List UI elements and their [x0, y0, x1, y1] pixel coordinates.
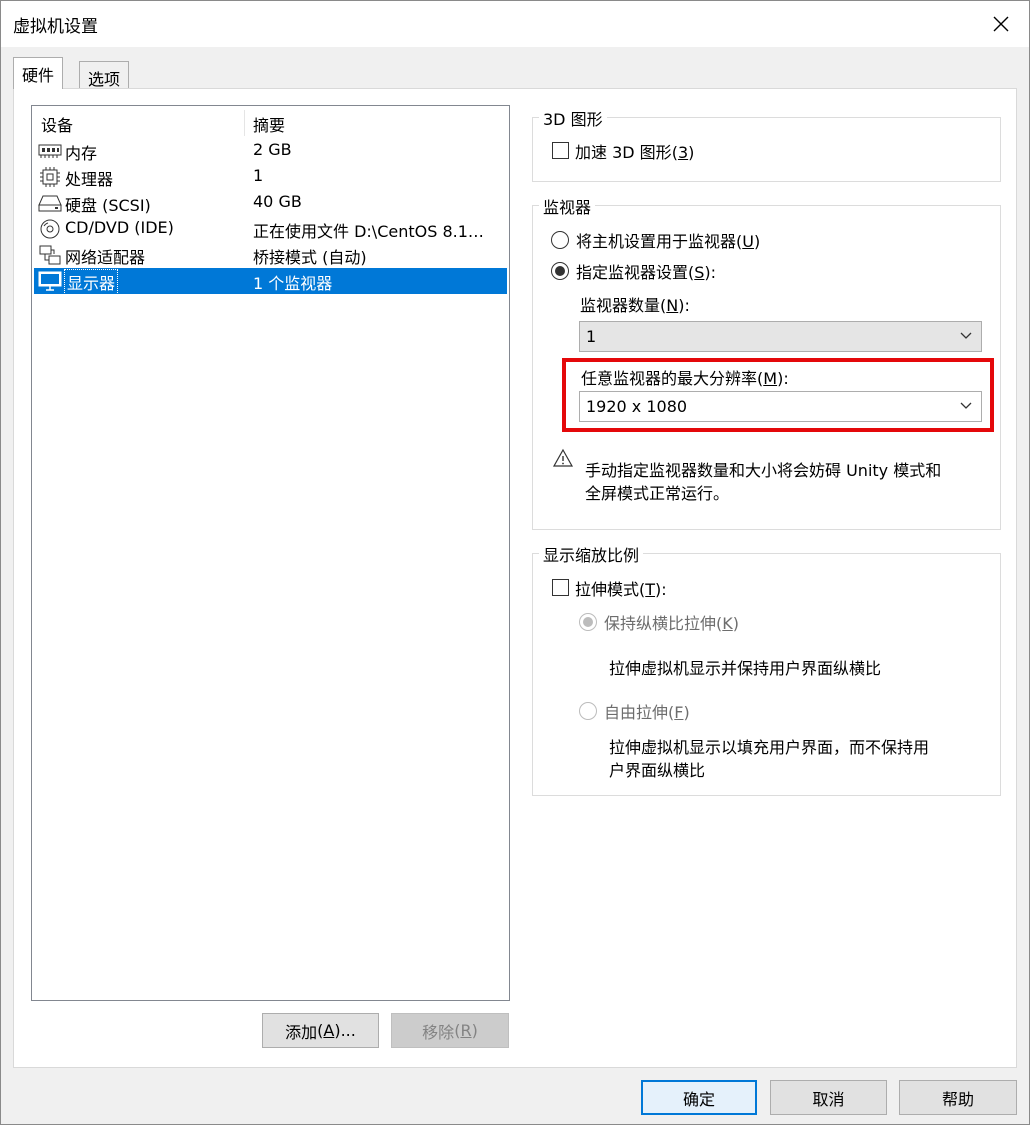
tab-options[interactable]: 选项: [79, 61, 130, 89]
specify-monitor-label: 指定监视器设置(S):: [576, 263, 717, 282]
monitor-count-label: 监视器数量(N):: [580, 296, 690, 315]
cd-dvd-icon: [40, 219, 60, 239]
remove-button-key: R: [460, 1021, 472, 1040]
memory-icon: [38, 144, 62, 158]
display-scaling-group-label: 显示缩放比例: [539, 542, 644, 566]
free-stretch-text: 自由拉伸: [604, 703, 669, 722]
chevron-down-icon: [960, 332, 972, 339]
device-row-hard-disk[interactable]: 硬盘 (SCSI) 40 GB: [32, 190, 509, 216]
device-row-processor[interactable]: 处理器 1: [32, 164, 509, 190]
hard-disk-icon: [38, 195, 62, 212]
cancel-button-label: 取消: [812, 1089, 845, 1109]
count-key: N: [666, 296, 679, 315]
network-adapter-icon: [39, 245, 61, 265]
warning-text-line-2: 全屏模式正常运行。: [585, 484, 730, 503]
virtual-machine-settings-dialog: 虚拟机设置 硬件 选项 设备 摘要 内存 2 GB 处理器 1 硬盘 (SCSI…: [0, 0, 1030, 1125]
add-button-label: 添加: [285, 1022, 318, 1042]
device-summary: 桥接模式 (自动): [253, 248, 367, 267]
accelerate-3d-checkbox[interactable]: [552, 142, 569, 159]
accelerate-3d-key: 3: [677, 143, 689, 162]
device-summary: 40 GB: [253, 192, 302, 211]
keep-aspect-stretch-label: 保持纵横比拉伸(K): [604, 614, 740, 633]
device-summary: 1: [253, 166, 264, 185]
device-row-memory[interactable]: 内存 2 GB: [32, 138, 509, 164]
device-name: CD/DVD (IDE): [65, 218, 174, 237]
graphics-3d-group-label: 3D 图形: [539, 106, 607, 130]
specify-text: 指定监视器设置: [576, 263, 689, 282]
title-bar: 虚拟机设置: [1, 1, 1029, 47]
device-list[interactable]: 设备 摘要 内存 2 GB 处理器 1 硬盘 (SCSI) 40 GB CD/D…: [31, 105, 510, 1001]
close-button[interactable]: [973, 1, 1029, 47]
column-separator[interactable]: [244, 110, 245, 136]
device-row-network-adapter[interactable]: 网络适配器 桥接模式 (自动): [32, 242, 509, 268]
add-button-key: A: [323, 1021, 335, 1040]
device-name: 内存: [65, 144, 98, 163]
cancel-button[interactable]: 取消: [770, 1080, 887, 1115]
device-row-cd-dvd[interactable]: CD/DVD (IDE) 正在使用文件 D:\CentOS 8.1…: [32, 216, 509, 242]
help-button-label: 帮助: [941, 1089, 974, 1109]
highlight-box: [562, 358, 994, 432]
device-summary: 正在使用文件 D:\CentOS 8.1…: [253, 222, 484, 241]
add-device-button[interactable]: 添加(A)...: [262, 1013, 379, 1048]
tab-options-label: 选项: [88, 70, 121, 89]
device-name: 处理器: [65, 170, 114, 189]
free-stretch-key: F: [674, 703, 684, 722]
device-summary: 2 GB: [253, 140, 292, 159]
use-host-text: 将主机设置用于监视器: [576, 232, 737, 251]
remove-device-button[interactable]: 移除(R): [391, 1013, 509, 1048]
monitor-icon: [38, 271, 62, 291]
monitor-count-value: 1: [586, 327, 597, 346]
accelerate-3d-label: 加速 3D 图形(3): [575, 143, 695, 162]
device-row-display[interactable]: 显示器 1 个监视器: [34, 268, 507, 295]
monitor-group-label: 监视器: [539, 194, 596, 218]
device-name: 显示器: [63, 269, 119, 295]
device-name: 网络适配器: [65, 248, 146, 267]
close-icon: [993, 16, 1009, 32]
specify-suffix: :: [710, 263, 717, 282]
warning-triangle-icon: [552, 448, 574, 467]
stretch-suffix: :: [661, 580, 667, 599]
free-stretch-radio[interactable]: [579, 702, 597, 720]
column-header-device[interactable]: 设备: [41, 112, 73, 136]
device-name: 硬盘 (SCSI): [65, 196, 151, 215]
remove-button-label: 移除: [422, 1022, 455, 1042]
tab-hardware[interactable]: 硬件: [13, 57, 64, 89]
monitor-count-select[interactable]: 1: [579, 321, 982, 352]
add-button-suffix: ...: [340, 1021, 356, 1040]
column-header-summary[interactable]: 摘要: [253, 112, 285, 136]
use-host-key: U: [742, 232, 754, 251]
count-suffix: :: [684, 296, 690, 315]
warning-text-line-1: 手动指定监视器数量和大小将会妨碍 Unity 模式和: [585, 461, 942, 480]
tab-hardware-label: 硬件: [22, 66, 55, 85]
free-stretch-label: 自由拉伸(F): [604, 703, 690, 722]
accelerate-3d-text: 加速 3D 图形: [575, 143, 672, 162]
keep-aspect-text: 保持纵横比拉伸: [604, 614, 717, 633]
free-stretch-description-line-2: 户界面纵横比: [609, 761, 706, 780]
use-host-monitor-radio[interactable]: [551, 231, 569, 249]
specify-key: S: [694, 263, 705, 282]
specify-monitor-radio[interactable]: [551, 262, 569, 280]
stretch-text: 拉伸模式: [575, 580, 640, 599]
count-text: 监视器数量: [580, 296, 661, 315]
stretch-key: T: [645, 580, 656, 599]
ok-button[interactable]: 确定: [641, 1080, 757, 1115]
device-summary: 1 个监视器: [253, 274, 333, 293]
stretch-mode-checkbox[interactable]: [552, 579, 569, 596]
keep-aspect-description: 拉伸虚拟机显示并保持用户界面纵横比: [609, 659, 882, 678]
use-host-monitor-label: 将主机设置用于监视器(U): [576, 232, 761, 251]
ok-button-label: 确定: [682, 1089, 715, 1109]
keep-aspect-stretch-radio[interactable]: [579, 613, 597, 631]
keep-aspect-key: K: [722, 614, 733, 633]
stretch-mode-label: 拉伸模式(T):: [575, 580, 667, 599]
help-button[interactable]: 帮助: [899, 1080, 1017, 1115]
cpu-icon: [40, 167, 60, 187]
free-stretch-description-line-1: 拉伸虚拟机显示以填充用户界面，而不保持用: [609, 738, 930, 757]
window-title: 虚拟机设置: [13, 17, 98, 37]
device-list-header: 设备 摘要: [32, 106, 509, 138]
